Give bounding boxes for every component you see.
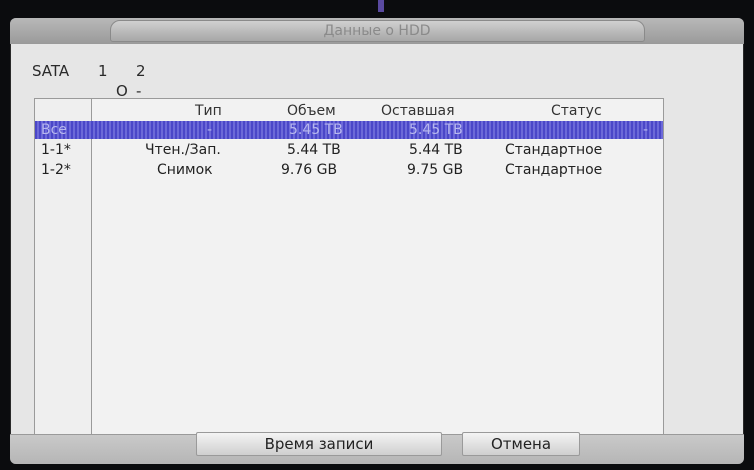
header-remaining: Оставшая: [381, 103, 455, 119]
row-type: Снимок: [157, 162, 213, 178]
record-time-button[interactable]: Время записи: [196, 432, 442, 456]
sata-port-2-number: 2: [136, 62, 146, 80]
sata-label: SATA: [32, 62, 70, 80]
header-status: Статус: [551, 103, 602, 119]
row-status: Стандартное: [505, 142, 603, 158]
row-id: 1-1*: [41, 142, 71, 158]
row-remaining: 5.45 TB: [409, 122, 463, 138]
row-type: -: [207, 122, 213, 138]
hdd-table[interactable]: Тип Объем Оставшая Статус Все - 5.45 TB …: [34, 98, 664, 436]
title-bar: Данные о HDD: [10, 18, 744, 44]
cancel-button[interactable]: Отмена: [462, 432, 580, 456]
row-capacity: 5.44 TB: [287, 142, 341, 158]
header-type: Тип: [195, 103, 222, 119]
dialog-title: Данные о HDD: [323, 23, 431, 39]
row-remaining: 5.44 TB: [409, 142, 463, 158]
table-row-1-1[interactable]: 1-1* Чтен./Зап. 5.44 TB 5.44 TB Стандарт…: [35, 141, 663, 159]
row-id: Все: [41, 122, 67, 138]
row-capacity: 9.76 GB: [281, 162, 338, 178]
row-id: 1-2*: [41, 162, 71, 178]
row-capacity: 5.45 TB: [289, 122, 343, 138]
row-type: Чтен./Зап.: [145, 142, 221, 158]
hdd-info-dialog: Данные о HDD SATA 1 2 O - Тип Объем Оста…: [10, 18, 744, 464]
top-edge-artifact: [378, 0, 384, 12]
header-capacity: Объем: [287, 103, 336, 119]
row-status: -: [643, 122, 649, 138]
table-row-1-2[interactable]: 1-2* Снимок 9.76 GB 9.75 GB Стандартное: [35, 161, 663, 179]
row-remaining: 9.75 GB: [407, 162, 464, 178]
row-status: Стандартное: [505, 162, 603, 178]
table-row-all[interactable]: Все - 5.45 TB 5.45 TB -: [35, 121, 663, 139]
sata-port-1-number: 1: [98, 62, 108, 80]
